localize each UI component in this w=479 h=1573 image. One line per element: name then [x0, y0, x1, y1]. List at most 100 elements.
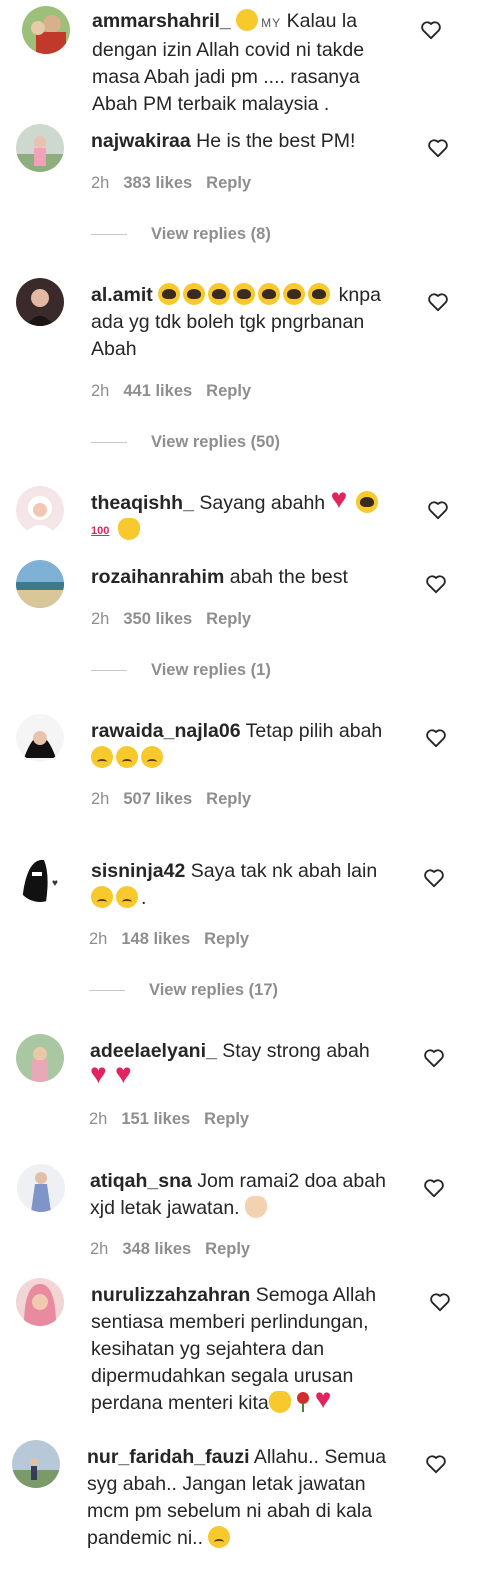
hundred-points-icon: [91, 518, 115, 545]
comment-body: Stay strong abah: [222, 1040, 370, 1062]
reply-button[interactable]: Reply: [206, 610, 251, 628]
comment-text: sisninja42 Saya tak nk abah lain .: [91, 860, 378, 909]
likes-count[interactable]: 350 likes: [123, 610, 192, 628]
comment-meta: 2h 507 likes Reply: [91, 790, 265, 809]
username-link[interactable]: atiqah_sna: [90, 1170, 192, 1192]
likes-count[interactable]: 507 likes: [123, 790, 192, 808]
like-heart-icon[interactable]: [427, 500, 449, 520]
like-heart-icon[interactable]: [423, 868, 445, 888]
crying-face-icon: [233, 283, 256, 305]
like-heart-icon[interactable]: [420, 20, 442, 40]
reply-button[interactable]: Reply: [206, 382, 251, 400]
view-replies-button[interactable]: View replies (17): [89, 981, 278, 1000]
open-hands-icon: [245, 1196, 268, 1218]
avatar[interactable]: [16, 1034, 64, 1082]
reply-button[interactable]: Reply: [204, 930, 249, 948]
svg-text:♥: ♥: [52, 878, 58, 889]
like-heart-icon[interactable]: [425, 1454, 447, 1474]
likes-count[interactable]: 148 likes: [121, 930, 190, 948]
crying-face-icon: [355, 491, 378, 513]
comment-text: ammarshahril_ MY Kalau la dengan izin Al…: [92, 8, 392, 118]
timestamp: 2h: [91, 790, 110, 808]
avatar[interactable]: [16, 278, 64, 326]
comment-text: rozaihanrahim abah the best: [91, 564, 411, 591]
like-heart-icon[interactable]: [425, 574, 447, 594]
likes-count[interactable]: 151 likes: [121, 1110, 190, 1128]
like-heart-icon[interactable]: [427, 138, 449, 158]
like-heart-icon[interactable]: [425, 728, 447, 748]
avatar[interactable]: [12, 1440, 60, 1488]
comment-text: nurulizzahzahran Semoga Allah sentiasa m…: [91, 1282, 401, 1417]
rose-icon: [294, 1391, 312, 1413]
comment-text: rawaida_najla06 Tetap pilih abah: [91, 718, 411, 772]
avatar[interactable]: [16, 560, 64, 608]
comment-body: Tetap pilih abah: [245, 720, 383, 742]
timestamp: 2h: [90, 1240, 109, 1258]
timestamp: 2h: [91, 610, 110, 628]
username-link[interactable]: nur_faridah_fauzi: [87, 1446, 250, 1468]
comment-text: atiqah_sna Jom ramai2 doa abah xjd letak…: [90, 1168, 400, 1222]
view-replies-button[interactable]: View replies (50): [91, 433, 280, 452]
comment-text: al.amit knpa ada yg tdk boleh tgk pngrba…: [91, 282, 411, 363]
username-link[interactable]: ammarshahril_: [92, 10, 231, 32]
crying-face-icon: [308, 283, 331, 305]
username-link[interactable]: al.amit: [91, 284, 153, 306]
red-heart-icon: [90, 1060, 112, 1088]
avatar[interactable]: [16, 124, 64, 172]
red-heart-icon: [331, 485, 353, 513]
reply-button[interactable]: Reply: [206, 790, 251, 808]
crying-face-icon: [158, 283, 181, 305]
username-link[interactable]: rawaida_najla06: [91, 720, 241, 742]
sad-face-icon: [91, 746, 113, 768]
comment-meta: 2h 350 likes Reply: [91, 610, 265, 629]
reply-button[interactable]: Reply: [206, 174, 251, 192]
comment-text: nur_faridah_fauzi Allahu.. Semua syg aba…: [87, 1444, 397, 1552]
comment-meta: 2h 383 likes Reply: [91, 174, 265, 193]
sad-face-icon: [116, 886, 138, 908]
sad-face-icon: [91, 886, 113, 908]
comment-meta: 2h 148 likes Reply: [89, 930, 263, 949]
timestamp: 2h: [91, 174, 110, 192]
username-link[interactable]: nurulizzahzahran: [91, 1284, 250, 1306]
crying-face-icon: [183, 283, 206, 305]
view-replies-button[interactable]: View replies (8): [91, 225, 271, 244]
red-heart-icon: [115, 1060, 137, 1088]
username-link[interactable]: theaqishh_: [91, 492, 194, 514]
country-flag: MY: [261, 16, 282, 30]
open-hands-icon: [118, 518, 140, 540]
like-heart-icon[interactable]: [423, 1048, 445, 1068]
username-link[interactable]: adeelaelyani_: [90, 1040, 217, 1062]
comment-body: Saya tak nk abah lain: [190, 860, 378, 882]
reply-button[interactable]: Reply: [204, 1110, 249, 1128]
reply-button[interactable]: Reply: [205, 1240, 250, 1258]
open-hands-icon: [268, 1391, 291, 1413]
like-heart-icon[interactable]: [427, 292, 449, 312]
timestamp: 2h: [89, 930, 108, 948]
crying-face-icon: [283, 283, 306, 305]
avatar[interactable]: ♥: [16, 854, 64, 902]
username-link[interactable]: rozaihanrahim: [91, 566, 224, 588]
timestamp: 2h: [91, 382, 110, 400]
view-replies-button[interactable]: View replies (1): [91, 661, 271, 680]
divider-line: [91, 670, 127, 672]
comment-meta: 2h 151 likes Reply: [89, 1110, 263, 1129]
sad-face-icon: [141, 746, 163, 768]
avatar[interactable]: [16, 714, 64, 762]
like-heart-icon[interactable]: [429, 1292, 451, 1312]
likes-count[interactable]: 383 likes: [123, 174, 192, 192]
username-link[interactable]: najwakiraa: [91, 130, 191, 152]
comment-body: abah the best: [229, 566, 348, 588]
avatar[interactable]: [16, 1278, 64, 1326]
timestamp: 2h: [89, 1110, 108, 1128]
divider-line: [89, 990, 125, 992]
avatar[interactable]: [16, 486, 64, 534]
avatar[interactable]: [17, 1164, 65, 1212]
crying-face-icon: [208, 283, 231, 305]
avatar[interactable]: [22, 6, 70, 54]
likes-count[interactable]: 348 likes: [122, 1240, 191, 1258]
username-link[interactable]: sisninja42: [91, 860, 185, 882]
worried-face-icon: [236, 9, 259, 31]
likes-count[interactable]: 441 likes: [123, 382, 192, 400]
comment-text: theaqishh_ Sayang abahh: [91, 485, 411, 545]
like-heart-icon[interactable]: [423, 1178, 445, 1198]
